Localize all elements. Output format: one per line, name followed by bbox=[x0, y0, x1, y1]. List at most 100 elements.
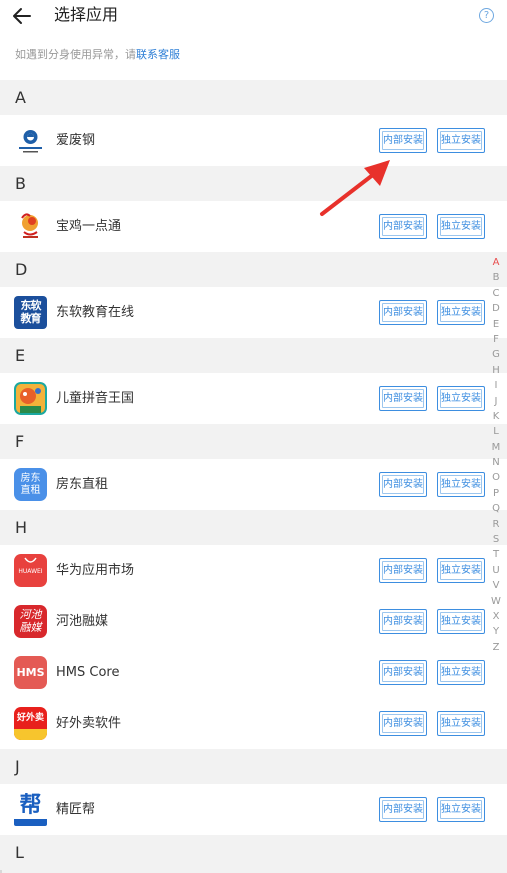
independent-install-button[interactable]: 独立安装 bbox=[437, 660, 485, 685]
independent-install-button[interactable]: 独立安装 bbox=[437, 711, 485, 736]
independent-install-button[interactable]: 独立安装 bbox=[437, 214, 485, 239]
inner-install-button[interactable]: 内部安装 bbox=[379, 472, 427, 497]
section-header-l: L bbox=[0, 835, 507, 870]
section-header-a: A bbox=[0, 80, 507, 115]
jingjiangbang-icon: 帮 bbox=[14, 793, 47, 826]
index-letter-z[interactable]: Z bbox=[487, 640, 505, 655]
index-letter-t[interactable]: T bbox=[487, 547, 505, 562]
app-list: A 爱废钢 内部安装 独立安装 B 宝鸡一点通 内部安装 独立安装 D 东软教育… bbox=[0, 80, 507, 870]
list-item: HUAWEI 华为应用市场 内部安装 独立安装 bbox=[0, 545, 507, 596]
independent-install-button[interactable]: 独立安装 bbox=[437, 797, 485, 822]
fangdong-icon-text: 房东直租 bbox=[20, 473, 41, 496]
index-letter-a[interactable]: A bbox=[487, 255, 505, 270]
list-item: 儿童拼音王国 内部安装 独立安装 bbox=[0, 373, 507, 424]
list-item: 房东直租 房东直租 内部安装 独立安装 bbox=[0, 459, 507, 510]
app-header: 选择应用 ? 如遇到分身使用异常，请联系客服 bbox=[0, 0, 507, 80]
index-letter-v[interactable]: V bbox=[487, 578, 505, 593]
alphabet-index-bar[interactable]: ABCDEFGHIJKLMNOPQRSTUVWXYZ bbox=[487, 255, 505, 655]
index-letter-l[interactable]: L bbox=[487, 424, 505, 439]
index-letter-c[interactable]: C bbox=[487, 286, 505, 301]
inner-install-button[interactable]: 内部安装 bbox=[379, 386, 427, 411]
annotation-arrow-icon bbox=[320, 160, 390, 216]
section-header-b: B bbox=[0, 166, 507, 201]
haowaimai-icon-text: 好外卖 bbox=[16, 713, 44, 723]
page-title: 选择应用 bbox=[54, 5, 119, 24]
index-letter-s[interactable]: S bbox=[487, 532, 505, 547]
index-letter-q[interactable]: Q bbox=[487, 501, 505, 516]
app-name: HMS Core bbox=[56, 665, 120, 680]
index-letter-r[interactable]: R bbox=[487, 517, 505, 532]
section-header-d: D bbox=[0, 252, 507, 287]
shopping-bag-handle-icon bbox=[24, 557, 37, 563]
pinyin-icon bbox=[14, 382, 47, 415]
fangdong-icon: 房东直租 bbox=[14, 468, 47, 501]
huawei-appgallery-icon: HUAWEI bbox=[14, 554, 47, 587]
index-letter-i[interactable]: I bbox=[487, 378, 505, 393]
index-letter-b[interactable]: B bbox=[487, 270, 505, 285]
independent-install-button[interactable]: 独立安装 bbox=[437, 472, 485, 497]
hms-core-icon: HMS bbox=[14, 656, 47, 689]
index-letter-o[interactable]: O bbox=[487, 470, 505, 485]
list-item: HMS HMS Core 内部安装 独立安装 bbox=[0, 647, 507, 698]
jingjiangbang-icon-text: 帮 bbox=[19, 793, 42, 818]
independent-install-button[interactable]: 独立安装 bbox=[437, 558, 485, 583]
section-header-f: F bbox=[0, 424, 507, 459]
inner-install-button[interactable]: 内部安装 bbox=[379, 609, 427, 634]
haowaimai-icon: 好外卖 bbox=[14, 707, 47, 740]
section-header-j: J bbox=[0, 749, 507, 784]
notice-prefix: 如遇到分身使用异常，请 bbox=[15, 48, 136, 61]
app-name: 华为应用市场 bbox=[56, 563, 135, 578]
list-item: 东软教育 东软教育在线 内部安装 独立安装 bbox=[0, 287, 507, 338]
app-name: 东软教育在线 bbox=[56, 305, 135, 320]
baoji-icon bbox=[14, 210, 47, 243]
hms-icon-text: HMS bbox=[16, 666, 45, 679]
inner-install-button[interactable]: 内部安装 bbox=[379, 797, 427, 822]
huawei-icon-text: HUAWEI bbox=[18, 568, 43, 575]
dongruan-icon: 东软教育 bbox=[14, 296, 47, 329]
app-name: 爱废钢 bbox=[56, 133, 96, 148]
list-item: 好外卖 好外卖软件 内部安装 独立安装 bbox=[0, 698, 507, 749]
index-letter-h[interactable]: H bbox=[487, 363, 505, 378]
inner-install-button[interactable]: 内部安装 bbox=[379, 660, 427, 685]
list-item: 帮 精匠帮 内部安装 独立安装 bbox=[0, 784, 507, 835]
independent-install-button[interactable]: 独立安装 bbox=[437, 609, 485, 634]
independent-install-button[interactable]: 独立安装 bbox=[437, 128, 485, 153]
hechi-icon-text: 河池融媒 bbox=[19, 608, 42, 634]
app-name: 宝鸡一点通 bbox=[56, 219, 122, 234]
inner-install-button[interactable]: 内部安装 bbox=[379, 558, 427, 583]
index-letter-g[interactable]: G bbox=[487, 347, 505, 362]
index-letter-f[interactable]: F bbox=[487, 332, 505, 347]
list-item: 宝鸡一点通 内部安装 独立安装 bbox=[0, 201, 507, 252]
jingjiangbang-icon-strip bbox=[14, 819, 47, 826]
section-header-e: E bbox=[0, 338, 507, 373]
list-item: 河池融媒 河池融媒 内部安装 独立安装 bbox=[0, 596, 507, 647]
index-letter-n[interactable]: N bbox=[487, 455, 505, 470]
index-letter-w[interactable]: W bbox=[487, 594, 505, 609]
index-letter-p[interactable]: P bbox=[487, 486, 505, 501]
section-header-h: H bbox=[0, 510, 507, 545]
hechi-icon: 河池融媒 bbox=[14, 605, 47, 638]
inner-install-button[interactable]: 内部安装 bbox=[379, 711, 427, 736]
notice-text: 如遇到分身使用异常，请联系客服 bbox=[15, 47, 180, 63]
index-letter-x[interactable]: X bbox=[487, 609, 505, 624]
index-letter-k[interactable]: K bbox=[487, 409, 505, 424]
inner-install-button[interactable]: 内部安装 bbox=[379, 300, 427, 325]
app-name: 房东直租 bbox=[56, 477, 109, 492]
index-letter-y[interactable]: Y bbox=[487, 624, 505, 639]
back-arrow-icon[interactable] bbox=[10, 4, 34, 28]
index-letter-m[interactable]: M bbox=[487, 440, 505, 455]
contact-support-link[interactable]: 联系客服 bbox=[136, 48, 180, 61]
index-letter-e[interactable]: E bbox=[487, 317, 505, 332]
inner-install-button[interactable]: 内部安装 bbox=[379, 128, 427, 153]
index-letter-u[interactable]: U bbox=[487, 563, 505, 578]
index-letter-d[interactable]: D bbox=[487, 301, 505, 316]
aifeigang-icon bbox=[14, 124, 47, 157]
app-name: 儿童拼音王国 bbox=[56, 391, 135, 406]
app-name: 精匠帮 bbox=[56, 802, 96, 817]
haowaimai-icon-strip bbox=[14, 729, 47, 740]
dongruan-icon-text: 东软教育 bbox=[20, 299, 42, 325]
help-icon[interactable]: ? bbox=[479, 8, 494, 23]
independent-install-button[interactable]: 独立安装 bbox=[437, 386, 485, 411]
independent-install-button[interactable]: 独立安装 bbox=[437, 300, 485, 325]
index-letter-j[interactable]: J bbox=[487, 394, 505, 409]
